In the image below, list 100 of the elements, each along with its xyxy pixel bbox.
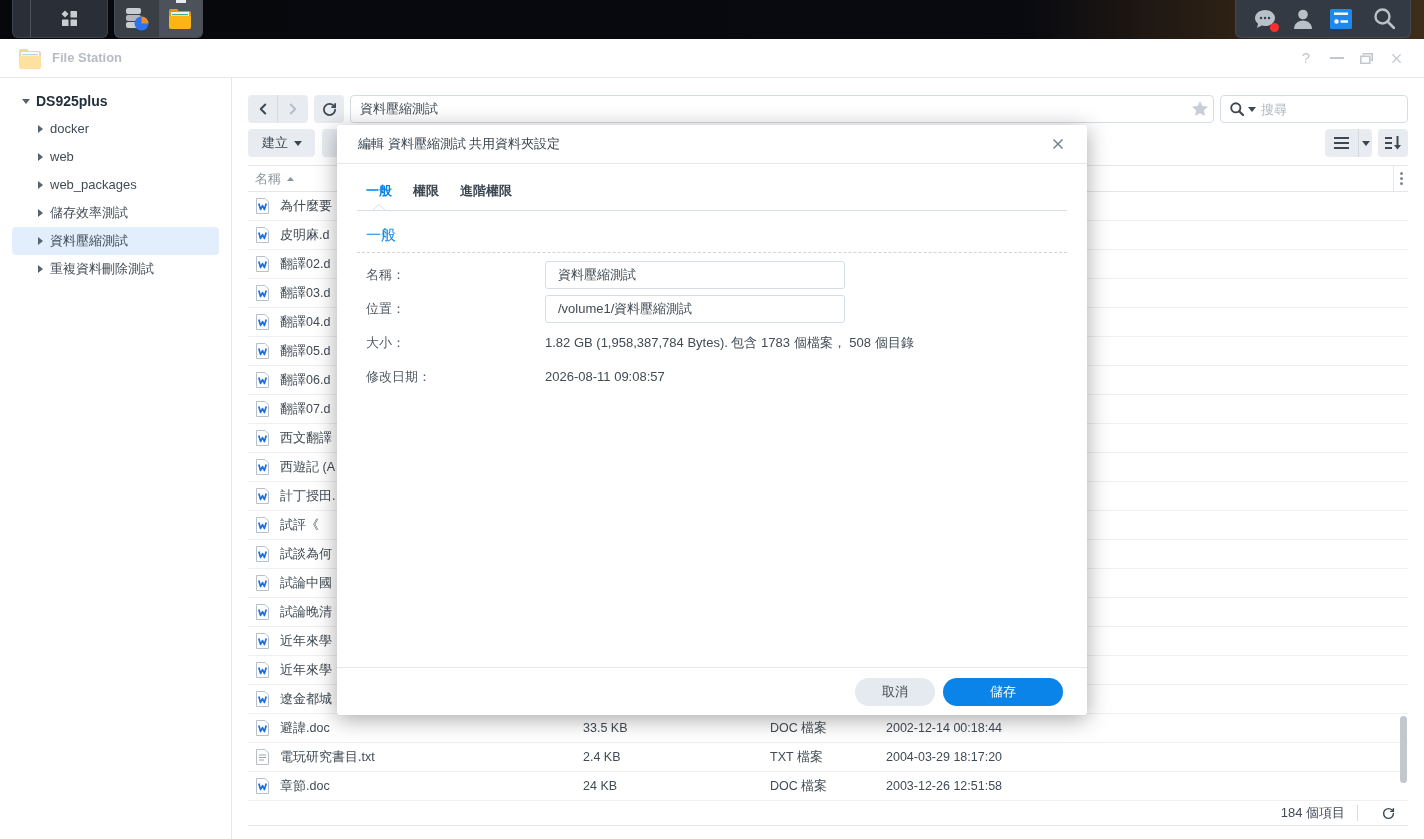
scrollbar-thumb[interactable] (1400, 716, 1407, 783)
field-value: 1.82 GB (1,958,387,784 Bytes). 包含 1783 個檔案， 508 個目錄 (545, 333, 914, 352)
widget-card-icon[interactable] (1330, 8, 1352, 29)
file-name: 翻譯07.d (280, 400, 331, 418)
file-name: 翻譯03.d (280, 284, 331, 302)
file-name: 翻譯05.d (280, 342, 331, 360)
cancel-button[interactable]: 取消 (855, 677, 935, 706)
file-name: 試論晚清 (280, 603, 332, 621)
save-button[interactable]: 儲存 (943, 677, 1063, 706)
document-icon (256, 227, 269, 243)
folder-tree-item[interactable]: docker (12, 115, 219, 143)
file-name: 計丁授田. (280, 487, 336, 505)
create-button[interactable]: 建立 (248, 129, 315, 157)
document-icon (256, 517, 269, 533)
section-title: 一般 (366, 226, 396, 243)
dialog-title: 編輯 資料壓縮測試 共用資料夾設定 (358, 135, 561, 154)
document-icon (256, 720, 269, 736)
document-icon (256, 488, 269, 504)
chat-bubble-icon[interactable] (1254, 8, 1276, 29)
file-size: 24 KB (583, 778, 618, 793)
search-icon[interactable] (1230, 102, 1244, 116)
file-name: 試論中國 (280, 574, 332, 592)
refresh-button[interactable] (314, 95, 344, 123)
app-grid-icon[interactable] (60, 10, 78, 27)
document-icon (256, 691, 269, 707)
file-type: TXT 檔案 (770, 749, 823, 764)
folder-tree-item[interactable]: DS925plus (12, 87, 219, 115)
file-size: 33.5 KB (583, 720, 628, 735)
dialog-tab[interactable]: 進階權限 (451, 178, 521, 210)
field-label: 名稱： (366, 266, 405, 282)
modified-date: 2004-03-29 18:17:20 (886, 748, 1003, 766)
file-name: 翻譯02.d (280, 255, 331, 273)
field-label: 修改日期： (366, 368, 431, 384)
folder-tree-item[interactable]: web_packages (12, 171, 219, 199)
more-options-icon[interactable] (1399, 172, 1403, 185)
file-name: 避諱.doc (280, 719, 330, 737)
folder-icon (168, 8, 193, 29)
document-icon (256, 575, 269, 591)
input-field[interactable]: /volume1/資料壓縮測試 (545, 294, 845, 323)
refresh-icon[interactable] (1382, 806, 1395, 820)
file-name: 翻譯06.d (280, 371, 331, 389)
document-icon (256, 372, 269, 388)
document-icon (256, 198, 269, 214)
search-field[interactable]: 搜尋 (1220, 95, 1408, 123)
sort-button[interactable] (1378, 129, 1408, 157)
document-icon (256, 546, 269, 562)
text-file-icon (256, 749, 269, 765)
file-name: 西遊記 (A (280, 458, 335, 476)
file-name: 近年來學 (280, 661, 332, 679)
taskbar-app-button[interactable] (158, 0, 202, 37)
field-value: 2026-08-11 09:08:57 (545, 367, 665, 386)
search-icon[interactable] (1374, 8, 1395, 29)
item-count: 184 個項目 (1280, 804, 1345, 823)
open-indicator-icon (175, 0, 186, 3)
sort-descending-icon (1384, 136, 1402, 150)
folder-tree-item[interactable]: web (12, 143, 219, 171)
modified-date: 2003-12-26 12:51:58 (886, 777, 1003, 795)
file-name: 西文翻譯 (280, 429, 332, 447)
file-type: DOC 檔案 (770, 720, 828, 735)
refresh-icon (321, 101, 337, 117)
file-name: 試談為何 (280, 545, 332, 563)
window-title: File Station (52, 49, 123, 68)
field-label: 大小： (366, 334, 405, 350)
close-icon[interactable] (1050, 136, 1066, 152)
file-name: 翻譯04.d (280, 313, 331, 331)
dialog-tab[interactable]: 一般 (357, 178, 401, 210)
file-name: 電玩研究書目.txt (280, 748, 375, 766)
dropdown-caret-icon (1248, 106, 1256, 112)
document-icon (256, 256, 269, 272)
file-name: 試評《 (280, 516, 319, 534)
file-name: 遼金都城 (280, 690, 332, 708)
dialog-tab[interactable]: 權限 (404, 178, 448, 210)
document-icon (256, 778, 269, 794)
file-name: 章節.doc (280, 777, 330, 795)
input-field[interactable]: 資料壓縮測試 (545, 260, 845, 289)
document-icon (256, 662, 269, 678)
document-icon (256, 633, 269, 649)
user-icon[interactable] (1293, 8, 1313, 29)
file-name: 皮明麻.d (280, 226, 330, 244)
document-icon (256, 401, 269, 417)
list-icon (1334, 137, 1349, 149)
modified-date: 2002-12-14 00:18:44 (886, 719, 1003, 737)
folder-tree-item[interactable]: 重複資料刪除測試 (12, 255, 219, 283)
folder-tree-item[interactable]: 資料壓縮測試 (12, 227, 219, 255)
document-icon (256, 459, 269, 475)
file-type: DOC 檔案 (770, 778, 828, 793)
dropdown-caret-icon (1361, 140, 1370, 146)
document-icon (256, 343, 269, 359)
document-icon (256, 430, 269, 446)
database-pie-chart-icon (124, 6, 149, 31)
dropdown-caret-icon (293, 140, 302, 146)
folder-tree-item[interactable]: 儲存效率測試 (12, 199, 219, 227)
path-field[interactable]: 資料壓縮測試 (350, 95, 1214, 123)
document-icon (256, 314, 269, 330)
file-name: 近年來學 (280, 632, 332, 650)
favorite-star-icon[interactable] (1192, 101, 1208, 116)
file-name: 為什麼要 (280, 197, 332, 215)
file-size: 2.4 KB (583, 749, 621, 764)
document-icon (256, 604, 269, 620)
document-icon (256, 285, 269, 301)
